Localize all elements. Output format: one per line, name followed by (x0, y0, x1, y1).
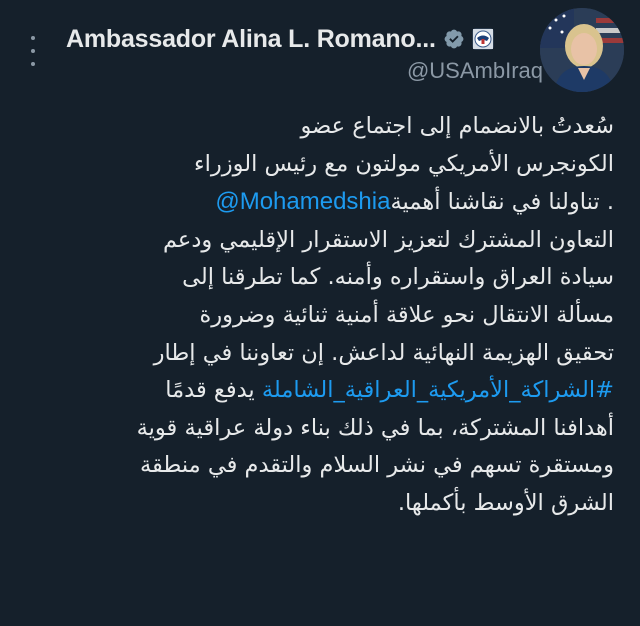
more-options-icon[interactable] (26, 36, 40, 66)
us-embassy-seal-icon[interactable] (471, 28, 494, 50)
tweet-text-line: سيادة العراق واستقراره وأمنه. كما تطرقنا… (182, 264, 614, 291)
tweet-text-line: . تناولنا في نقاشنا أهمية@Mohamedshia (30, 183, 614, 222)
tweet-text-line: التعاون المشترك لتعزيز الاستقرار الإقليم… (162, 226, 614, 253)
author-name-row[interactable]: Ambassador Alina L. Romano... (66, 22, 494, 56)
tweet-body: سُعدتُ بالانضمام إلى اجتماع عضو الكونجرس… (30, 108, 614, 523)
tweet-card: Ambassador Alina L. Romano... @USAmbIraq (0, 0, 640, 626)
tweet-text-segment: . تناولنا في نقاشنا أهمية (390, 189, 614, 216)
author-display-name[interactable]: Ambassador Alina L. Romano... (66, 25, 436, 54)
tweet-text-line: تحقيق الهزيمة النهائية لداعش. إن تعاوننا… (153, 339, 614, 366)
tweet-text-line: مسألة الانتقال نحو علاقة أمنية ثنائية وض… (199, 301, 614, 328)
tweet-text-line: الشرق الأوسط بأكملها. (397, 489, 614, 516)
tweet-text-line: ومستقرة تسهم في نشر السلام والتقدم في من… (139, 452, 614, 479)
author-avatar[interactable] (540, 8, 624, 92)
verified-badge-icon[interactable] (443, 28, 465, 50)
tweet-text-line: #الشراكة_الأمريكية_العراقية_الشاملة يدفع… (30, 372, 614, 410)
tweet-text-line: أهدافنا المشتركة، بما في ذلك بناء دولة ع… (136, 414, 614, 441)
tweet-text-line: سُعدتُ بالانضمام إلى اجتماع عضو (300, 113, 614, 139)
author-handle[interactable]: @USAmbIraq (407, 58, 543, 84)
tweet-text-segment: يدفع قدمًا (165, 377, 262, 404)
hashtag-link[interactable]: #الشراكة_الأمريكية_العراقية_الشاملة (262, 377, 614, 403)
mention-link[interactable]: @Mohamedshia (215, 188, 390, 215)
tweet-text-line: الكونجرس الأمريكي مولتون مع رئيس الوزراء (194, 150, 614, 177)
